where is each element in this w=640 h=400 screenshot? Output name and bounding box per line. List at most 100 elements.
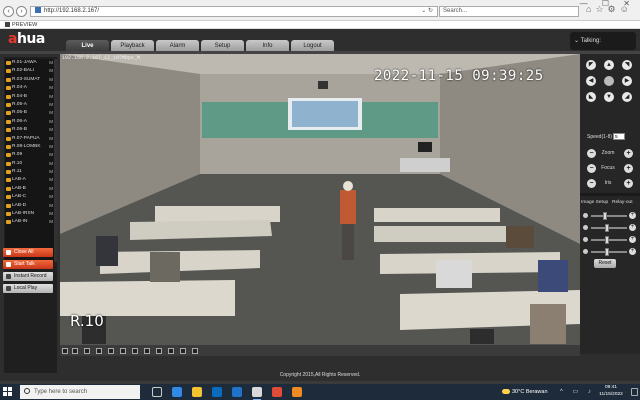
clock[interactable]: 09:41 11/15/2022	[596, 385, 626, 398]
layout-25-icon[interactable]	[120, 348, 126, 354]
camera-list-item[interactable]: R.06-A M	[5, 118, 55, 126]
main-stream-marker[interactable]: M	[49, 126, 53, 134]
notification-icon[interactable]	[631, 388, 638, 396]
iris-in-button[interactable]: +	[624, 179, 633, 188]
ptz-center-icon[interactable]	[604, 76, 614, 86]
edge-icon[interactable]	[172, 387, 182, 397]
forward-icon[interactable]: ›	[16, 6, 27, 17]
main-stream-marker[interactable]: M	[49, 67, 53, 75]
app-icon[interactable]	[292, 387, 302, 397]
fullscreen-icon[interactable]	[192, 348, 198, 354]
layout-36-icon[interactable]	[132, 348, 138, 354]
tab-relay-out[interactable]: Relay-out	[612, 198, 633, 208]
layout-1-icon[interactable]	[62, 348, 68, 354]
camera-list-item[interactable]: LAB-A M	[5, 176, 55, 184]
slider-knob[interactable]	[605, 248, 610, 256]
audio-icon[interactable]	[180, 348, 186, 354]
ptz-up-right-icon[interactable]: ◥	[622, 60, 632, 70]
start-talk-button[interactable]: Start Talk	[3, 260, 53, 269]
chrome-icon[interactable]	[272, 387, 282, 397]
layout-8-icon[interactable]	[84, 348, 90, 354]
main-stream-marker[interactable]: M	[49, 93, 53, 101]
instant-record-button[interactable]: Instant Record	[3, 272, 53, 281]
camera-list-item[interactable]: R.04-A M	[5, 84, 55, 92]
window-controls[interactable]: — ☐ ✕	[580, 0, 636, 8]
speed-select[interactable]: 5	[613, 133, 625, 140]
camera-list-item[interactable]: R.07-PAPUA M	[5, 135, 55, 143]
camera-list-item[interactable]: LAB-C M	[5, 193, 55, 201]
camera-list-item[interactable]: LAB-D M	[5, 202, 55, 210]
layout-9-icon[interactable]	[96, 348, 102, 354]
iris-out-button[interactable]: −	[587, 179, 596, 188]
system-tray[interactable]: ^ ▭ ♪	[560, 388, 595, 395]
main-stream-marker[interactable]: M	[49, 151, 53, 159]
camera-list-item[interactable]: LAB-B M	[5, 185, 55, 193]
camera-list-item[interactable]: R.11 M	[5, 168, 55, 176]
record-toggle-icon[interactable]	[156, 348, 162, 354]
ptz-left-icon[interactable]: ◀	[586, 76, 596, 86]
taskbar-search-input[interactable]: Type here to search	[20, 385, 140, 399]
main-stream-marker[interactable]: M	[49, 193, 53, 201]
ptz-up-left-icon[interactable]: ◤	[586, 60, 596, 70]
main-stream-marker[interactable]: M	[49, 135, 53, 143]
contrast-slider[interactable]: +	[583, 224, 638, 232]
main-stream-marker[interactable]: M	[49, 109, 53, 117]
ptz-down-icon[interactable]: ▼	[604, 92, 614, 102]
refresh-icon[interactable]: ⌄ ↻	[421, 7, 433, 16]
browser-tab[interactable]: PREVIEW	[2, 21, 40, 29]
layout-4-icon[interactable]	[72, 348, 78, 354]
store-icon[interactable]	[212, 387, 222, 397]
camera-list-item[interactable]: R.09 M	[5, 151, 55, 159]
main-stream-marker[interactable]: M	[49, 218, 53, 226]
hue-slider[interactable]: +	[583, 248, 638, 256]
camera-list-item[interactable]: R.08-LOMBK M	[5, 143, 55, 151]
main-stream-marker[interactable]: M	[49, 59, 53, 67]
slider-knob[interactable]	[605, 224, 610, 232]
ptz-down-left-icon[interactable]: ◣	[586, 92, 596, 102]
camera-list-item[interactable]: LAB-IRSN M	[5, 210, 55, 218]
reset-button[interactable]: Reset	[594, 259, 616, 268]
focus-out-button[interactable]: −	[587, 164, 596, 173]
task-view-icon[interactable]	[152, 387, 162, 397]
main-stream-marker[interactable]: M	[49, 101, 53, 109]
slider-knob[interactable]	[605, 236, 610, 244]
camera-list-item[interactable]: R.04-B M	[5, 93, 55, 101]
camera-list-scrollbar[interactable]	[54, 59, 57, 262]
camera-list-item[interactable]: R.02-BALI M	[5, 67, 55, 75]
layout-16-icon[interactable]	[108, 348, 114, 354]
snapshot-icon[interactable]	[144, 348, 150, 354]
camera-list-item[interactable]: R.03-SUMAT M	[5, 76, 55, 84]
focus-in-button[interactable]: +	[624, 164, 633, 173]
camera-list-item[interactable]: R.01-JAWA M	[5, 59, 55, 67]
main-stream-marker[interactable]: M	[49, 185, 53, 193]
ptz-down-right-icon[interactable]: ◢	[622, 92, 632, 102]
plus-icon[interactable]: +	[629, 224, 636, 231]
close-all-button[interactable]: Close All	[3, 248, 53, 257]
slider-knob[interactable]	[602, 212, 607, 220]
main-stream-marker[interactable]: M	[49, 143, 53, 151]
local-play-button[interactable]: Local Play	[3, 284, 53, 293]
zoom-out-button[interactable]: −	[587, 149, 596, 158]
camera-list-item[interactable]: R.06-B M	[5, 126, 55, 134]
mail-icon[interactable]	[232, 387, 242, 397]
plus-icon[interactable]: +	[629, 212, 636, 219]
file-explorer-icon[interactable]	[192, 387, 202, 397]
ptz-right-icon[interactable]: ▶	[622, 76, 632, 86]
main-stream-marker[interactable]: M	[49, 210, 53, 218]
camera-list-item[interactable]: R.05-A M	[5, 101, 55, 109]
weather-widget[interactable]: 30°C Berawan	[502, 384, 548, 400]
back-icon[interactable]: ‹	[3, 6, 14, 17]
camera-list-item[interactable]: R.10 M	[5, 160, 55, 168]
main-stream-marker[interactable]: M	[49, 168, 53, 176]
windows-start-icon[interactable]	[3, 387, 13, 397]
brightness-slider[interactable]: +	[583, 212, 638, 220]
saturation-slider[interactable]: +	[583, 236, 638, 244]
plus-icon[interactable]: +	[629, 236, 636, 243]
live-video-view[interactable]: 192.168.2.167_12_16?Mbps_M 2022-11-15 09…	[60, 54, 580, 344]
main-stream-marker[interactable]: M	[49, 84, 53, 92]
main-stream-marker[interactable]: M	[49, 118, 53, 126]
browser-search-input[interactable]: Search...	[439, 6, 579, 17]
plus-icon[interactable]: +	[629, 248, 636, 255]
main-stream-marker[interactable]: M	[49, 202, 53, 210]
browser-icon[interactable]	[252, 387, 262, 400]
